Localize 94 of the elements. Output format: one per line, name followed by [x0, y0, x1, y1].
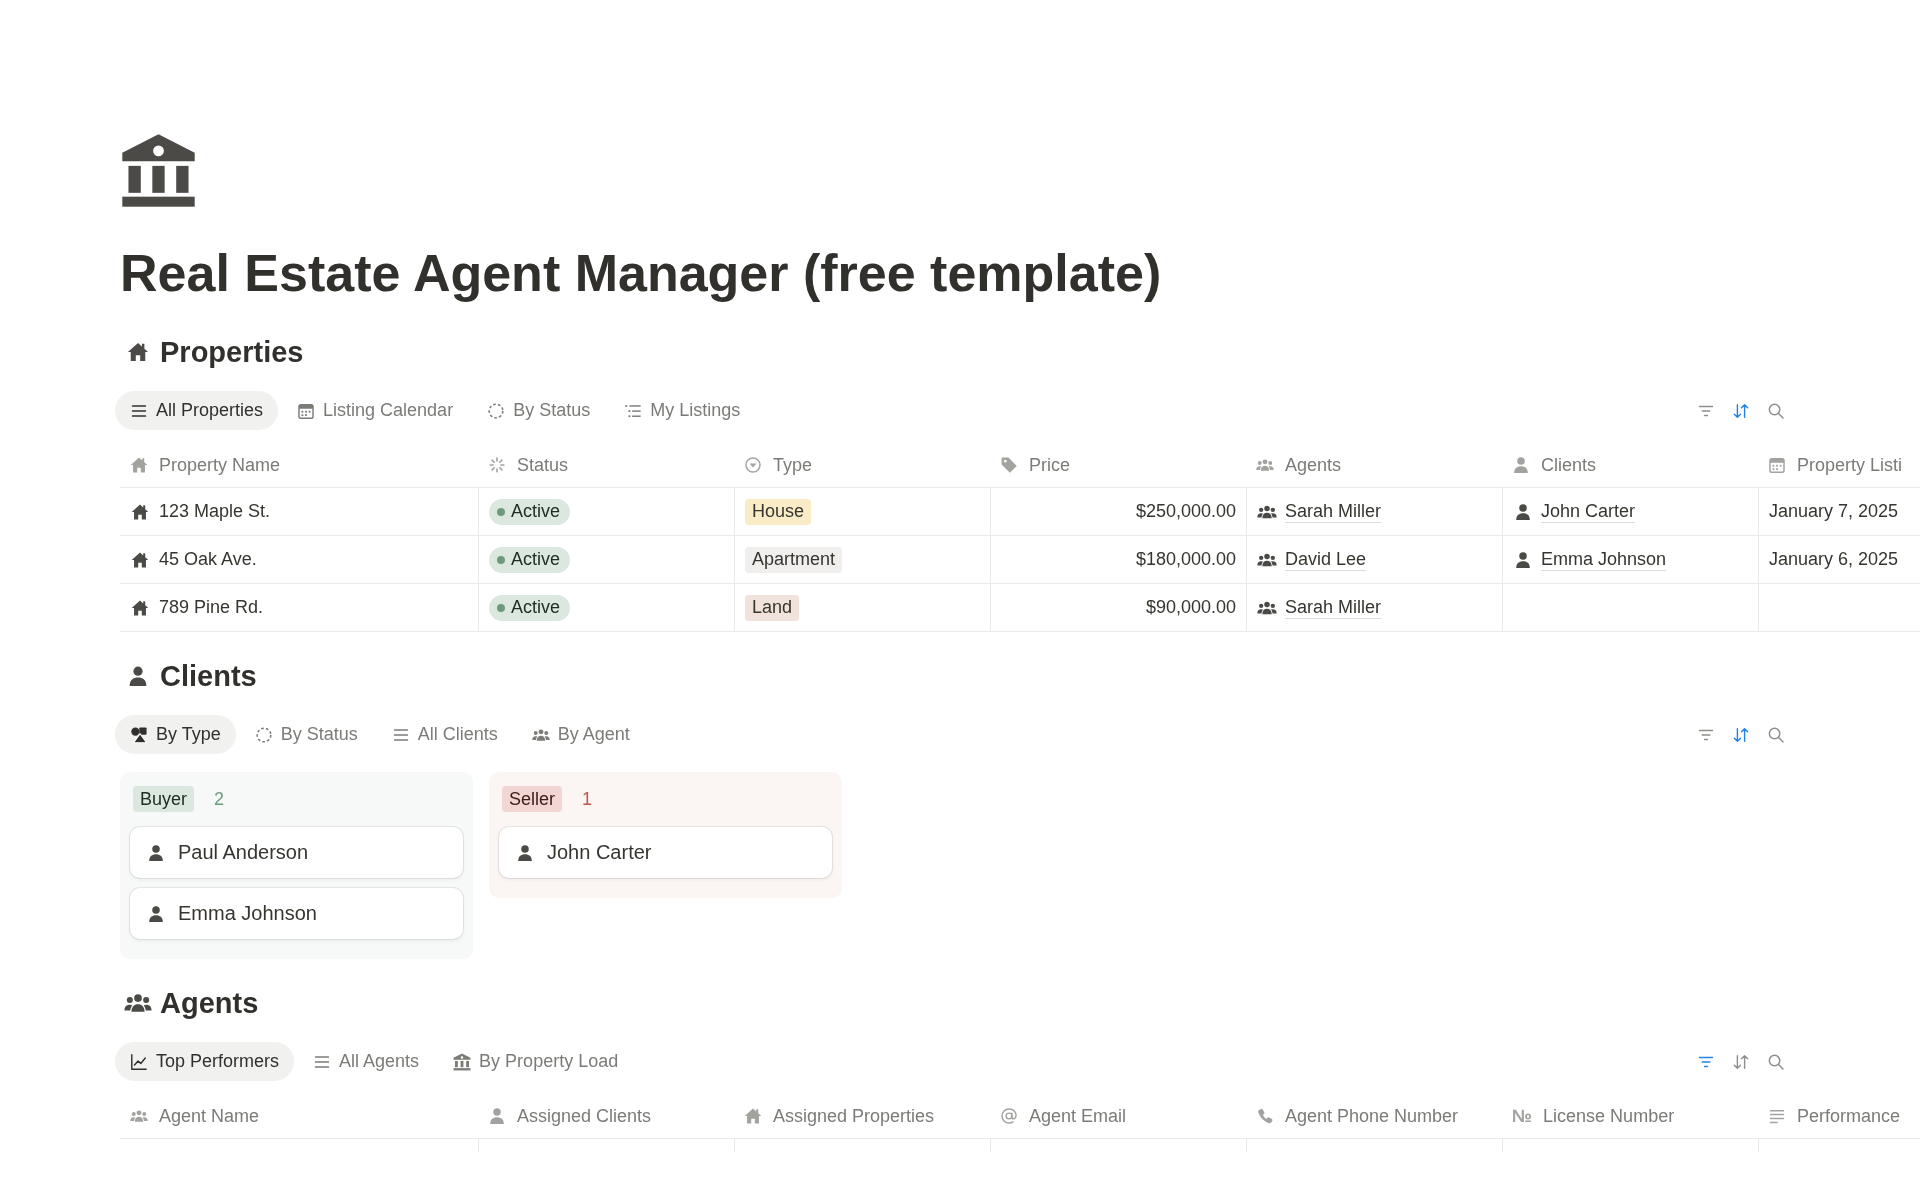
- search-icon[interactable]: [1767, 1052, 1785, 1071]
- card-title: Emma Johnson: [178, 902, 317, 925]
- sort-icon[interactable]: [1732, 401, 1750, 420]
- search-icon[interactable]: [1767, 725, 1785, 744]
- at-sign-icon: [1000, 1107, 1018, 1125]
- calendar-icon: [297, 401, 316, 420]
- column-header[interactable]: Status: [478, 443, 734, 487]
- people-icon: [130, 1107, 148, 1125]
- house-icon: [130, 456, 148, 474]
- dashed-circle-icon: [254, 725, 273, 744]
- text-lines-icon: [1768, 1107, 1786, 1125]
- house-icon: [130, 598, 150, 617]
- sort-icon[interactable]: [1732, 725, 1750, 744]
- column-header[interactable]: Property Name: [120, 443, 478, 487]
- line-chart-icon: [130, 1052, 148, 1071]
- house-icon: [130, 502, 150, 521]
- section-title: Properties: [160, 335, 304, 370]
- person-icon: [147, 904, 165, 923]
- row-title[interactable]: 789 Pine Rd.: [159, 597, 264, 618]
- dropdown-circle-icon: [744, 456, 762, 474]
- card-title: Paul Anderson: [178, 841, 309, 864]
- page-title: Real Estate Agent Manager (free template): [120, 243, 1163, 304]
- bank-icon: [453, 1052, 472, 1071]
- group-count: 2: [214, 788, 225, 810]
- date-value: January 6, 2025: [1769, 549, 1899, 570]
- row-title[interactable]: 123 Maple St.: [159, 501, 271, 522]
- relation-link[interactable]: Emma Johnson: [1541, 548, 1667, 571]
- view-tab[interactable]: All Agents: [298, 1042, 435, 1081]
- calendar-icon: [1768, 456, 1786, 474]
- view-tab[interactable]: My Listings: [609, 391, 756, 430]
- column-header[interactable]: Property Listi: [1758, 443, 1920, 487]
- number-value: $250,000.00: [1135, 501, 1236, 522]
- house-icon: [130, 550, 150, 569]
- row-title[interactable]: 45 Oak Ave.: [159, 549, 257, 570]
- column-header[interactable]: Price: [990, 443, 1246, 487]
- person-icon: [1513, 550, 1533, 569]
- person-icon: [1512, 456, 1530, 474]
- column-header[interactable]: Agent Email: [990, 1094, 1246, 1138]
- relation-link[interactable]: John Carter: [1541, 500, 1636, 523]
- section-title: Clients: [160, 659, 257, 694]
- people-icon: [124, 992, 152, 1014]
- view-tab[interactable]: By Agent: [516, 715, 645, 754]
- shapes-icon: [130, 725, 148, 744]
- status-label: Active: [511, 549, 561, 570]
- group-count: 1: [582, 788, 593, 810]
- view-tab[interactable]: By Status: [472, 391, 606, 430]
- group-tag: Seller: [502, 786, 563, 812]
- bank-icon: [120, 132, 197, 209]
- loader-icon: [488, 456, 506, 474]
- number-sign: №: [1512, 1105, 1533, 1127]
- group-tag: Buyer: [133, 786, 195, 812]
- status-label: Active: [511, 597, 561, 618]
- people-icon: [1256, 456, 1274, 474]
- column-header[interactable]: № License Number: [1502, 1094, 1758, 1138]
- type-tag: Land: [745, 594, 800, 621]
- sort-icon[interactable]: [1732, 1052, 1750, 1071]
- person-icon: [488, 1107, 506, 1125]
- person-icon: [516, 843, 534, 862]
- view-tab[interactable]: Top Performers: [115, 1042, 295, 1081]
- section-title: Agents: [160, 986, 259, 1021]
- column-header[interactable]: Assigned Properties: [734, 1094, 990, 1138]
- column-header[interactable]: Agents: [1246, 443, 1502, 487]
- client-card[interactable]: Emma Johnson: [130, 888, 463, 939]
- status-label: Active: [511, 501, 561, 522]
- column-header[interactable]: Clients: [1502, 443, 1758, 487]
- tag-icon: [1000, 456, 1018, 474]
- dashed-circle-icon: [487, 401, 506, 420]
- relation-link[interactable]: Sarah Miller: [1285, 596, 1382, 619]
- search-icon[interactable]: [1767, 401, 1785, 420]
- column-header[interactable]: Agent Name: [120, 1094, 478, 1138]
- client-card[interactable]: John Carter: [499, 827, 832, 878]
- type-tag: House: [745, 498, 812, 525]
- view-tab[interactable]: All Properties: [115, 391, 279, 430]
- person-icon: [1513, 502, 1533, 521]
- relation-link[interactable]: David Lee: [1285, 548, 1367, 571]
- number-value: $180,000.00: [1135, 549, 1236, 570]
- column-header[interactable]: Type: [734, 443, 990, 487]
- person-icon: [147, 843, 165, 862]
- client-card[interactable]: Paul Anderson: [130, 827, 463, 878]
- column-header[interactable]: Agent Phone Number: [1246, 1094, 1502, 1138]
- date-value: January 7, 2025: [1769, 501, 1899, 522]
- view-tab[interactable]: By Type: [115, 715, 236, 754]
- house-icon: [744, 1107, 762, 1125]
- column-header[interactable]: Performance: [1758, 1094, 1920, 1138]
- relation-link[interactable]: Sarah Miller: [1285, 500, 1382, 523]
- view-tab[interactable]: All Clients: [376, 715, 513, 754]
- view-tab[interactable]: Listing Calendar: [282, 391, 469, 430]
- column-header[interactable]: Assigned Clients: [478, 1094, 734, 1138]
- phone-icon: [1256, 1107, 1274, 1125]
- card-title: John Carter: [547, 841, 652, 864]
- number-value: $90,000.00: [1145, 597, 1236, 618]
- view-tab[interactable]: By Status: [239, 715, 373, 754]
- type-tag: Apartment: [745, 546, 843, 573]
- view-tab[interactable]: By Property Load: [438, 1042, 634, 1081]
